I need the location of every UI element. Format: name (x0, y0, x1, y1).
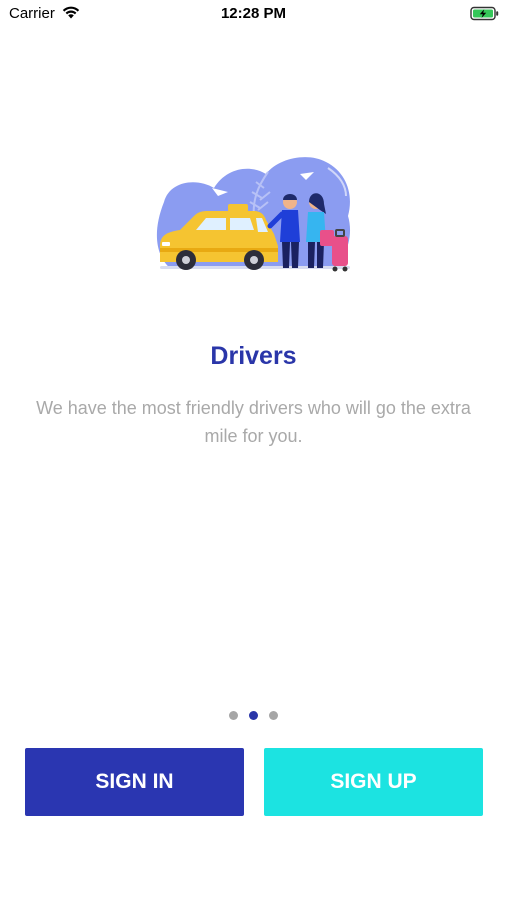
sign-in-button[interactable]: SIGN IN (25, 748, 244, 816)
onboarding-screen: Carrier 12:28 PM Drivers We have the mos… (0, 0, 507, 900)
page-dot-1[interactable] (229, 711, 238, 720)
sign-up-button[interactable]: SIGN UP (264, 748, 483, 816)
taxi-drivers-illustration (156, 157, 351, 272)
page-dot-2-active[interactable] (249, 711, 258, 720)
onboarding-title: Drivers (210, 342, 297, 370)
page-indicator[interactable] (0, 711, 507, 721)
battery-charging-icon (470, 6, 499, 21)
status-bar: Carrier 12:28 PM (0, 0, 507, 28)
onboarding-subtitle: We have the most friendly drivers who wi… (36, 398, 471, 446)
status-time: 12:28 PM (220, 5, 287, 22)
page-dot-3[interactable] (269, 711, 278, 720)
